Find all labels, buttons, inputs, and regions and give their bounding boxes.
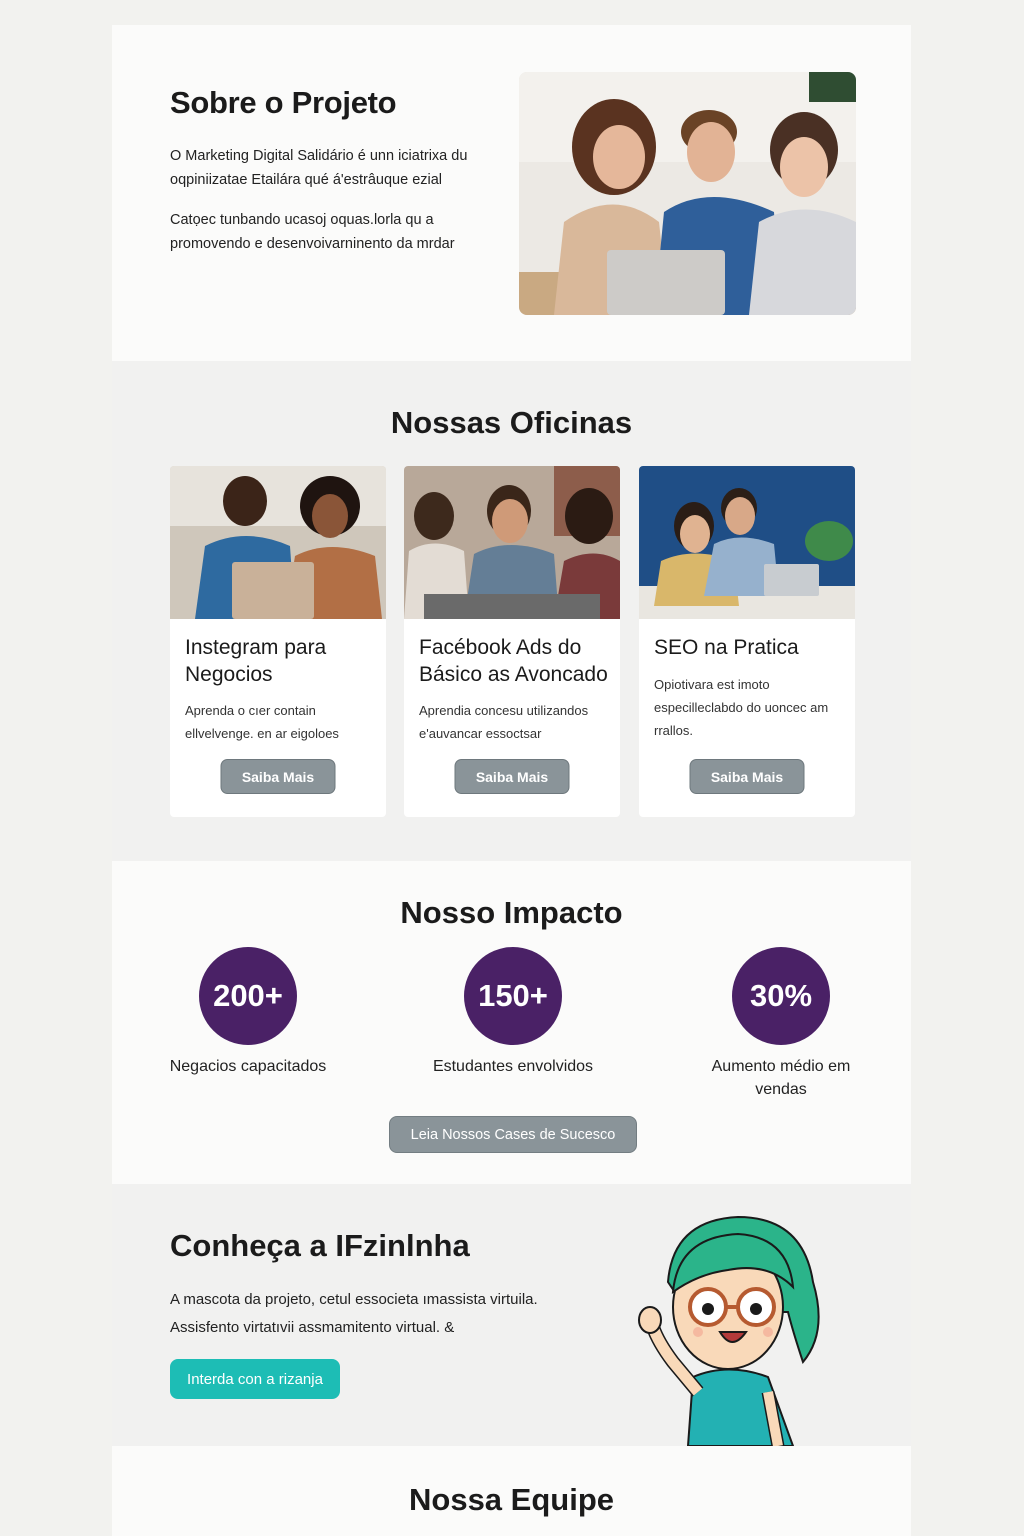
- stat-value-circle: 200+: [199, 947, 297, 1045]
- workshop-card: Facébook Ads do Básico as Avoncado Apren…: [404, 466, 620, 817]
- impact-title: Nosso Impacto: [400, 895, 623, 930]
- mascot-title: Conheça a IFzinlnha: [170, 1228, 470, 1263]
- workshop-title: Instegram para Negocios: [185, 636, 327, 686]
- workshop-card: SEO na Pratica Opiotivara est imoto espe…: [639, 466, 855, 817]
- team-section: Nossa Equipe: [112, 1446, 911, 1536]
- team-photo: [519, 72, 856, 315]
- mascot-section: Conheça a IFzinlnha A mascota da projeto…: [112, 1184, 911, 1448]
- about-section: Sobre o Projeto O Marketing Digital Sali…: [112, 25, 911, 361]
- about-title: Sobre o Projeto: [170, 85, 397, 120]
- workshop-card: Instegram para Negocios Aprenda o cıer c…: [170, 466, 386, 817]
- workshops-title: Nossas Oficinas: [390, 405, 633, 440]
- saiba-mais-button[interactable]: Saiba Mais: [689, 759, 805, 794]
- workshop-description: Aprenda o cıer contain ellvelvenge. en a…: [185, 703, 339, 741]
- workshop-photo: [170, 466, 386, 619]
- stat-value-circle: 150+: [464, 947, 562, 1045]
- mascot-paragraph-2: Assisfento virtatıvii assmamitento virtu…: [170, 1319, 455, 1336]
- workshop-title: SEO na Pratica: [654, 636, 799, 659]
- success-cases-button[interactable]: Leia Nossos Cases de Sucesco: [389, 1116, 637, 1153]
- mascot-illustration: [628, 1212, 828, 1448]
- impact-stat: 30% Aumento médio em vendas: [651, 947, 911, 1101]
- workshop-description: Opiotivara est imoto especilleclabdo do …: [654, 677, 829, 738]
- impact-stat: 150+ Estudantes envolvidos: [383, 947, 643, 1078]
- about-paragraph-1: O Marketing Digital Salidário é unn icia…: [170, 148, 468, 188]
- mascot-paragraph-1: A mascota da projeto, cetul essocieta ım…: [170, 1291, 538, 1308]
- stat-label: Estudantes envolvidos: [432, 1058, 594, 1075]
- workshops-section: Nossas Oficinas Instegram para Negocios …: [112, 361, 911, 861]
- workshop-photo: [639, 466, 855, 619]
- impact-section: Nosso Impacto 200+ Negacios capacitados …: [112, 861, 911, 1184]
- workshop-description: Aprendia concesu utilizandos e'auvancar …: [419, 703, 589, 741]
- saiba-mais-button[interactable]: Saiba Mais: [220, 759, 336, 794]
- stat-label: Aumento médio em vendas: [711, 1058, 851, 1098]
- talk-to-mascot-button[interactable]: Interda con a rizanja: [170, 1359, 340, 1399]
- team-title: Nossa Equipe: [409, 1482, 614, 1517]
- saiba-mais-button[interactable]: Saiba Mais: [454, 759, 570, 794]
- stat-label: Negacios capacitados: [169, 1058, 327, 1075]
- stat-value-circle: 30%: [732, 947, 830, 1045]
- workshop-photo: [404, 466, 620, 619]
- about-paragraph-2: Catọec tunbando ucasoj oquas.lorla qu a …: [170, 212, 455, 252]
- workshop-title: Facébook Ads do Básico as Avoncado: [419, 636, 608, 686]
- impact-stat: 200+ Negacios capacitados: [118, 947, 378, 1078]
